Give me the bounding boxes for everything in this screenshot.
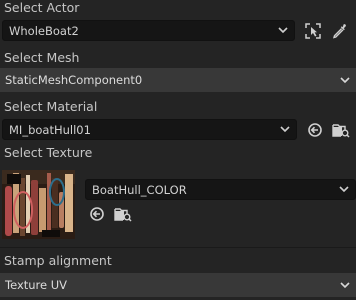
actor-combo[interactable]: WholeBoat2 xyxy=(2,20,295,41)
chevron-down-icon xyxy=(272,27,294,34)
select-in-viewport-icon[interactable] xyxy=(303,21,323,41)
mesh-combo[interactable]: StaticMeshComponent0 xyxy=(0,68,356,92)
eyedropper-icon[interactable] xyxy=(330,21,350,41)
select-actor-label: Select Actor xyxy=(4,0,80,15)
browse-to-asset-icon[interactable] xyxy=(113,204,133,224)
section-divider xyxy=(0,247,356,248)
material-combo-value: MI_boatHull01 xyxy=(9,122,91,137)
mesh-combo-value: StaticMeshComponent0 xyxy=(5,73,143,87)
select-texture-label: Select Texture xyxy=(4,145,93,160)
chevron-down-icon xyxy=(334,281,356,289)
texture-stamp-panel: Select Actor WholeBoat2 Select Mesh Stat… xyxy=(0,0,356,300)
stamp-alignment-label: Stamp alignment xyxy=(4,253,112,268)
chevron-down-icon xyxy=(274,126,296,133)
stamp-alignment-value: Texture UV xyxy=(5,278,68,292)
select-material-label: Select Material xyxy=(4,99,98,114)
select-mesh-label: Select Mesh xyxy=(4,50,80,65)
texture-combo-value: BoatHull_COLOR xyxy=(92,182,187,197)
chevron-down-icon xyxy=(333,186,355,193)
actor-combo-value: WholeBoat2 xyxy=(9,23,79,38)
chevron-down-icon xyxy=(334,76,356,84)
use-selected-asset-icon[interactable] xyxy=(305,120,325,140)
texture-combo[interactable]: BoatHull_COLOR xyxy=(85,179,356,200)
use-selected-asset-icon[interactable] xyxy=(87,204,107,224)
texture-thumbnail[interactable] xyxy=(2,170,75,239)
stamp-alignment-combo[interactable]: Texture UV xyxy=(0,273,356,297)
browse-to-asset-icon[interactable] xyxy=(331,120,351,140)
material-combo[interactable]: MI_boatHull01 xyxy=(2,119,297,140)
